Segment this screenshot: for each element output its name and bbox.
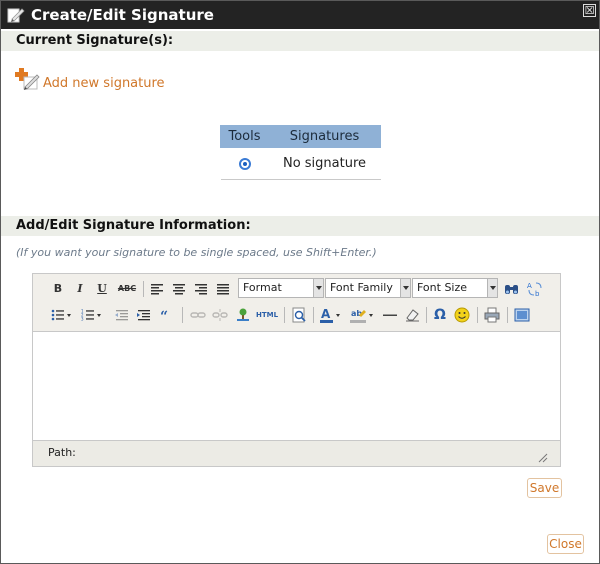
font-family-select[interactable]: Font Family — [325, 278, 411, 298]
resize-handle-icon[interactable] — [538, 452, 548, 463]
add-new-signature-label: Add new signature — [43, 76, 165, 91]
chevron-down-icon — [487, 279, 497, 297]
find-icon[interactable] — [503, 280, 521, 298]
current-signatures-header: Current Signature(s): — [1, 31, 599, 51]
print-icon[interactable] — [483, 306, 501, 324]
horizontal-rule-icon[interactable] — [381, 306, 399, 324]
svg-text:“: “ — [160, 309, 168, 324]
highlight-color-icon[interactable]: ab — [349, 306, 377, 324]
editor-toolbar: B I U ABC Format Font Family Font Size A… — [33, 274, 560, 332]
html-source-button[interactable]: HTML — [255, 306, 279, 324]
format-select[interactable]: Format — [238, 278, 324, 298]
bullet-list-icon[interactable] — [49, 306, 73, 324]
link-icon[interactable] — [189, 306, 207, 324]
align-justify-icon[interactable] — [215, 280, 231, 298]
svg-text:A: A — [321, 307, 331, 321]
table-row: No signature — [220, 147, 381, 180]
font-size-select-value: Font Size — [417, 281, 468, 294]
outdent-icon[interactable] — [113, 306, 131, 324]
spacing-hint: (If you want your signature to be single… — [16, 246, 377, 259]
svg-text:3: 3 — [81, 317, 84, 322]
add-signature-icon — [15, 67, 41, 91]
text-color-icon[interactable]: A — [319, 306, 343, 324]
font-size-select[interactable]: Font Size — [412, 278, 498, 298]
format-select-value: Format — [243, 281, 282, 294]
special-character-button[interactable]: Ω — [431, 306, 449, 324]
eraser-icon[interactable] — [403, 306, 421, 324]
signature-dialog: Create/Edit Signature ☒ Current Signatur… — [0, 0, 600, 564]
edit-signature-header: Add/Edit Signature Information: — [1, 216, 599, 236]
close-button[interactable]: Close — [547, 534, 584, 554]
save-button[interactable]: Save — [527, 478, 562, 498]
path-label: Path: — [48, 446, 76, 459]
numbered-list-icon[interactable]: 123 — [79, 306, 103, 324]
rich-text-editor: B I U ABC Format Font Family Font Size A… — [32, 273, 561, 467]
smiley-icon[interactable] — [453, 306, 471, 324]
preview-icon[interactable] — [290, 306, 308, 324]
blockquote-icon[interactable]: “ — [157, 306, 175, 324]
tools-cell — [220, 147, 269, 180]
align-right-icon[interactable] — [193, 280, 209, 298]
chevron-down-icon — [400, 279, 410, 297]
edit-pencil-icon — [7, 6, 25, 24]
column-header-signatures: Signatures — [268, 125, 381, 148]
align-left-icon[interactable] — [149, 280, 165, 298]
signature-editor-area[interactable] — [33, 332, 560, 440]
dialog-title: Create/Edit Signature — [31, 6, 214, 24]
replace-icon[interactable]: Ab — [526, 280, 544, 298]
align-center-icon[interactable] — [171, 280, 187, 298]
strikethrough-button[interactable]: ABC — [116, 280, 138, 298]
underline-button[interactable]: U — [94, 280, 110, 298]
chevron-down-icon — [313, 279, 323, 297]
image-icon[interactable] — [234, 306, 252, 324]
signature-radio[interactable] — [238, 157, 251, 170]
bold-button[interactable]: B — [50, 280, 66, 298]
column-header-tools: Tools — [220, 125, 269, 148]
unlink-icon[interactable] — [211, 306, 229, 324]
signature-cell: No signature — [268, 147, 381, 180]
svg-text:A: A — [527, 282, 532, 290]
italic-button[interactable]: I — [72, 280, 88, 298]
table-header-row: Tools Signatures — [220, 125, 381, 148]
signatures-table: Tools Signatures No signature — [220, 125, 381, 180]
fullscreen-icon[interactable] — [513, 306, 531, 324]
svg-text:b: b — [535, 290, 540, 298]
indent-icon[interactable] — [135, 306, 153, 324]
title-bar: Create/Edit Signature ☒ — [1, 1, 599, 29]
close-icon[interactable]: ☒ — [583, 4, 596, 17]
editor-statusbar: Path: — [33, 440, 560, 466]
font-family-select-value: Font Family — [330, 281, 393, 294]
